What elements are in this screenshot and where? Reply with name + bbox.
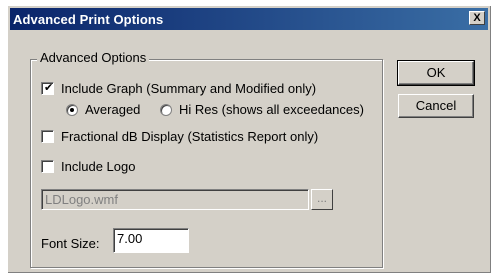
include-graph-label: Include Graph (Summary and Modified only… bbox=[61, 81, 317, 96]
fractional-db-label: Fractional dB Display (Statistics Report… bbox=[61, 129, 319, 144]
hi-res-option[interactable]: Hi Res (shows all exceedances) bbox=[160, 102, 364, 117]
advanced-options-group-label: Advanced Options bbox=[37, 50, 150, 65]
include-logo-option[interactable]: Include Logo bbox=[41, 159, 135, 174]
browse-logo-button[interactable]: ... bbox=[311, 189, 333, 210]
fractional-db-option[interactable]: Fractional dB Display (Statistics Report… bbox=[41, 129, 318, 144]
include-logo-checkbox[interactable] bbox=[41, 160, 54, 173]
title-bar: Advanced Print Options X bbox=[10, 8, 488, 30]
font-size-input[interactable]: 7.00 bbox=[113, 228, 189, 253]
fractional-db-checkbox[interactable] bbox=[41, 130, 54, 143]
hi-res-label: Hi Res (shows all exceedances) bbox=[179, 102, 364, 117]
font-size-label: Font Size: bbox=[41, 236, 100, 251]
close-icon: X bbox=[473, 12, 481, 24]
logo-file-field[interactable]: LDLogo.wmf bbox=[41, 189, 309, 210]
include-logo-label: Include Logo bbox=[61, 159, 136, 174]
checkmark-icon: ✔ bbox=[44, 82, 54, 94]
ok-button[interactable]: OK bbox=[397, 60, 475, 86]
dialog-title: Advanced Print Options bbox=[13, 12, 164, 27]
hi-res-radio[interactable] bbox=[160, 103, 172, 116]
averaged-option[interactable]: Averaged bbox=[66, 102, 140, 117]
include-graph-checkbox[interactable]: ✔ bbox=[41, 82, 54, 95]
cancel-button[interactable]: Cancel bbox=[398, 94, 474, 118]
averaged-label: Averaged bbox=[85, 102, 141, 117]
advanced-print-options-dialog: Advanced Print Options X Advanced Option… bbox=[7, 5, 491, 273]
radio-selected-dot bbox=[70, 107, 74, 112]
include-graph-option[interactable]: ✔ Include Graph (Summary and Modified on… bbox=[41, 81, 316, 96]
averaged-radio[interactable] bbox=[66, 103, 78, 116]
close-button[interactable]: X bbox=[469, 11, 485, 25]
